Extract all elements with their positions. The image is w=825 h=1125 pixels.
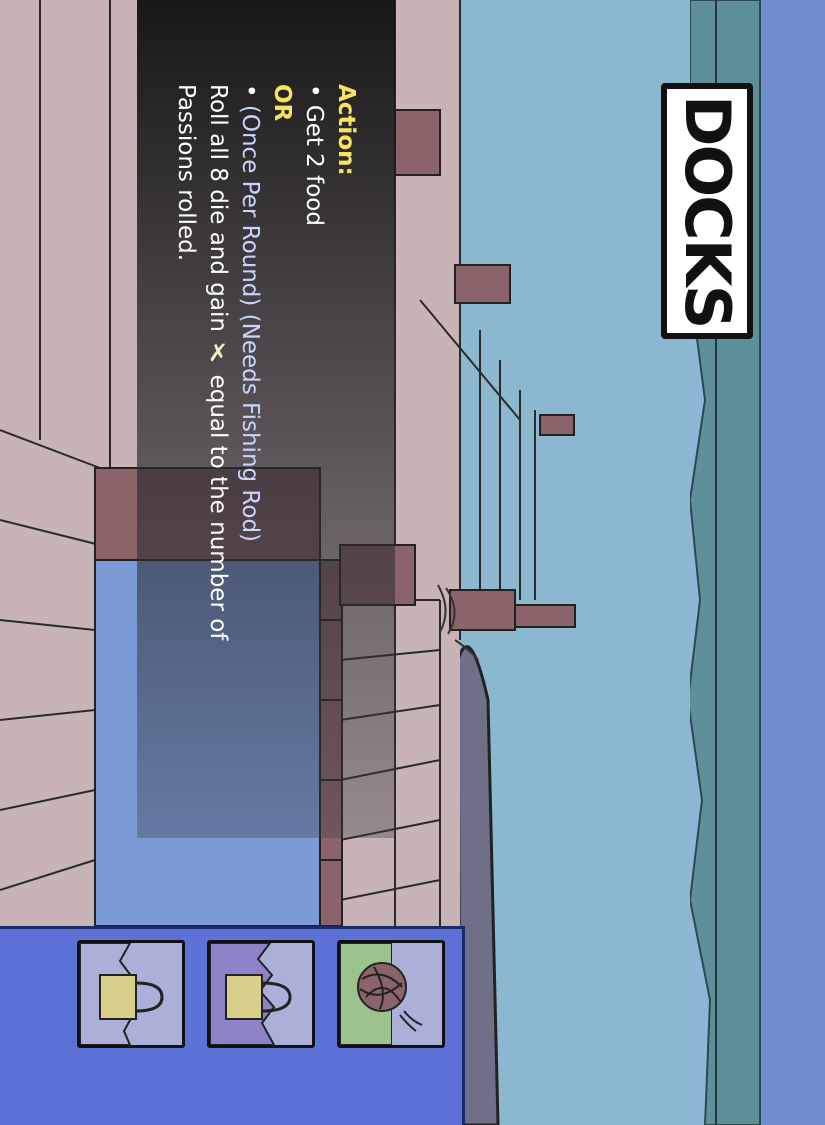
requirement-slot-1[interactable]	[77, 940, 185, 1048]
requirement-slot-2[interactable]	[207, 940, 315, 1048]
fishing-roll-line-end: Passions rolled.	[173, 84, 199, 262]
x-star-icon: ✗	[204, 339, 232, 368]
action-description: Action: • Get 2 food OR • (Once Per Roun…	[170, 84, 362, 844]
location-title-sign: DOCKS	[661, 83, 753, 339]
fishing-condition: (Once Per Round) (Needs Fishing Rod)	[237, 104, 263, 543]
bag-icon	[80, 943, 164, 1045]
option-get-food: • Get 2 food	[301, 84, 327, 226]
or-label: OR	[269, 84, 295, 122]
bag-icon	[210, 943, 292, 1045]
action-label: Action:	[333, 84, 359, 176]
yarn-ball-icon	[340, 943, 442, 1045]
requirement-slot-3[interactable]	[337, 940, 445, 1048]
option-fishing: • (Once Per Round) (Needs Fishing Rod)	[237, 84, 263, 543]
fishing-roll-line: Roll all 8 die and gain ✗ equal to the n…	[204, 84, 232, 641]
location-title: DOCKS	[671, 94, 744, 328]
